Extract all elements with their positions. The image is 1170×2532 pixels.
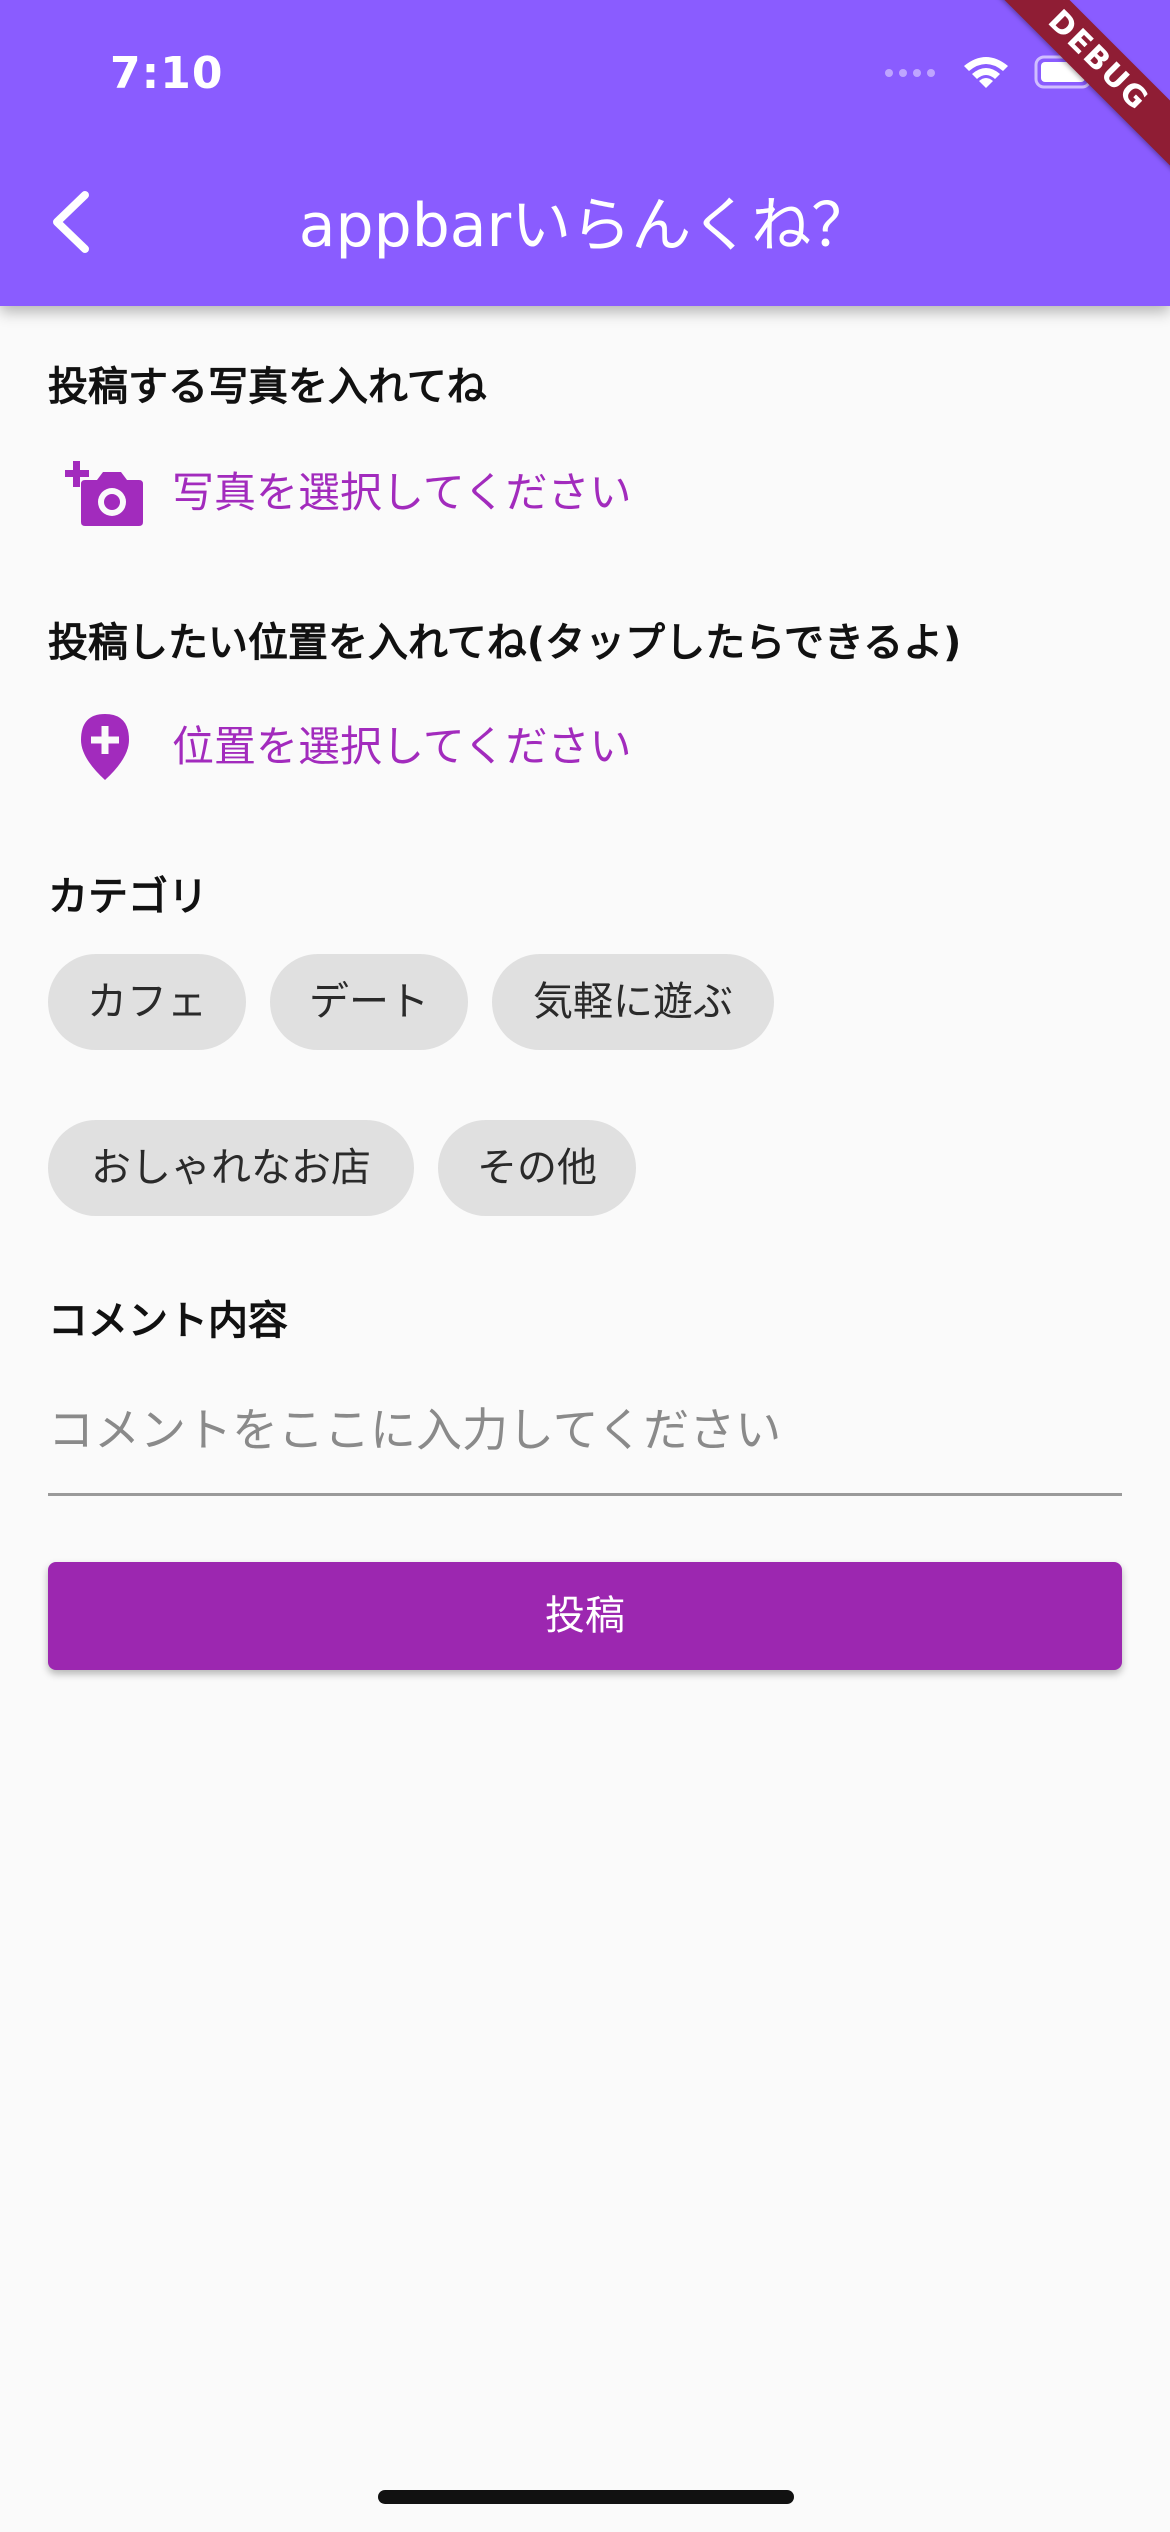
status-time: 7:10 <box>110 48 224 99</box>
wifi-icon <box>960 52 1012 96</box>
category-chip-cafe[interactable]: カフェ <box>48 954 246 1050</box>
photo-picker-label: 写真を選択してください <box>172 468 632 517</box>
comment-input[interactable] <box>48 1380 1122 1496</box>
page-title: appbarいらんくね？ <box>298 191 872 261</box>
location-section-label: 投稿したい位置を入れてね(タップしたらできるよ) <box>48 620 962 666</box>
comment-section-label: コメント内容 <box>48 1298 288 1344</box>
category-section-label: カテゴリ <box>48 874 208 920</box>
add-a-photo-icon <box>60 448 150 538</box>
battery-icon <box>1034 55 1100 93</box>
photo-section-label: 投稿する写真を入れてね <box>48 364 487 410</box>
status-icons <box>884 52 1100 96</box>
cellular-signal-icon <box>884 65 938 84</box>
category-chip-casual[interactable]: 気軽に遊ぶ <box>492 954 774 1050</box>
location-picker[interactable]: 位置を選択してください <box>60 702 631 792</box>
add-location-icon <box>60 702 150 792</box>
category-chip-other[interactable]: その他 <box>438 1120 636 1216</box>
category-chip-date[interactable]: デート <box>270 954 468 1050</box>
app-bar: 7:10 appbarいらんくね？ <box>0 0 1170 306</box>
category-chip-stylish-shop[interactable]: おしゃれなお店 <box>48 1120 414 1216</box>
photo-picker[interactable]: 写真を選択してください <box>60 448 631 538</box>
submit-button[interactable]: 投稿 <box>48 1562 1122 1670</box>
location-picker-label: 位置を選択してください <box>172 722 632 771</box>
home-indicator <box>378 2490 794 2504</box>
